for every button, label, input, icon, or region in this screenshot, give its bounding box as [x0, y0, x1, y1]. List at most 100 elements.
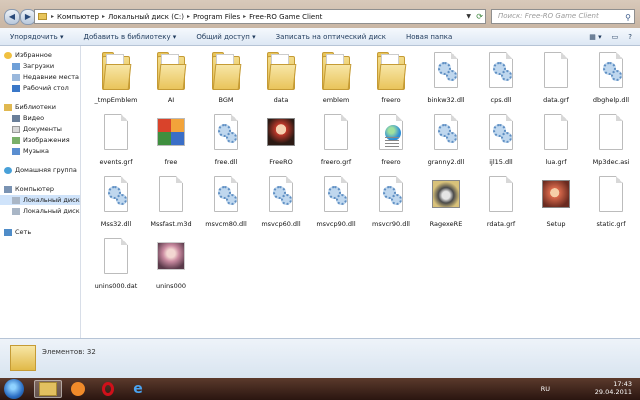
nav-disk-c[interactable]: Локальный диск (C:) — [0, 195, 80, 205]
dll-file-icon — [487, 50, 515, 92]
file-item[interactable]: rdata.grf — [475, 174, 527, 236]
file-item[interactable]: unins000.dat — [90, 236, 142, 298]
folder-icon — [322, 50, 352, 92]
breadcrumb-game-client[interactable]: Free-RO Game Client — [247, 13, 324, 21]
file-item[interactable]: RagexeRE — [420, 174, 472, 236]
file-item[interactable]: static.grf — [585, 174, 637, 236]
taskbar: e RU 17:43 29.04.2011 — [0, 378, 640, 400]
drive-icon — [12, 196, 20, 204]
taskbar-ie[interactable]: e — [124, 380, 152, 398]
file-icon — [102, 112, 130, 154]
breadcrumb-program-files[interactable]: Program Files — [191, 13, 242, 21]
address-bar[interactable]: ▸ Компьютер ▸ Локальный диск (C:) ▸ Prog… — [34, 9, 486, 24]
burn-button[interactable]: Записать на оптический диск — [266, 33, 396, 41]
help-icon[interactable]: ? — [628, 33, 632, 41]
nav-documents[interactable]: Документы — [12, 124, 62, 134]
downloads-icon — [12, 62, 20, 70]
file-list: _tmpEmblem AI BGM data emblem freero binkw32.d… — [82, 46, 640, 338]
taskbar-opera[interactable] — [94, 380, 122, 398]
file-item[interactable]: lua.grf — [530, 112, 582, 174]
file-item[interactable]: freero.grf — [310, 112, 362, 174]
breadcrumb-disk-c[interactable]: Локальный диск (C:) — [106, 13, 186, 21]
file-item[interactable]: granny2.dll — [420, 112, 472, 174]
file-item[interactable]: msvcm80.dll — [200, 174, 252, 236]
file-icon — [322, 112, 350, 154]
file-item[interactable]: binkw32.dll — [420, 50, 472, 112]
nav-label: Домашняя группа — [15, 166, 77, 174]
add-to-library-button[interactable]: Добавить в библиотеку ▾ — [74, 33, 187, 41]
nav-favorites[interactable]: Избранное — [4, 50, 52, 60]
file-item[interactable]: events.grf — [90, 112, 142, 174]
file-item[interactable]: BGM — [200, 50, 252, 112]
file-item[interactable]: msvcp60.dll — [255, 174, 307, 236]
file-item[interactable]: unins000 — [145, 236, 197, 298]
search-placeholder: Поиск: Free-RO Game Client — [498, 12, 599, 20]
file-item[interactable]: freero — [365, 112, 417, 174]
folder-icon — [10, 345, 36, 371]
new-folder-button[interactable]: Новая папка — [396, 33, 462, 41]
back-button[interactable]: ◀ — [4, 9, 20, 25]
application-icon — [157, 112, 185, 154]
nav-downloads[interactable]: Загрузки — [12, 61, 54, 71]
share-button[interactable]: Общий доступ ▾ — [186, 33, 265, 41]
dll-file-icon — [597, 50, 625, 92]
nav-recent[interactable]: Недавние места — [12, 72, 79, 82]
nav-libraries[interactable]: Библиотеки — [4, 102, 56, 112]
nav-music[interactable]: Музыка — [12, 146, 49, 156]
search-icon: ⚲ — [625, 13, 631, 22]
nav-video[interactable]: Видео — [12, 113, 44, 123]
dll-file-icon — [377, 174, 405, 216]
file-item[interactable]: cps.dll — [475, 50, 527, 112]
taskbar-media-player[interactable] — [64, 380, 92, 398]
details-pane: Элементов: 32 — [0, 338, 640, 379]
media-player-icon — [71, 382, 85, 396]
file-item[interactable]: ijl15.dll — [475, 112, 527, 174]
nav-label: Рабочий стол — [23, 84, 69, 92]
nav-homegroup[interactable]: Домашняя группа — [4, 165, 77, 175]
file-item[interactable]: free — [145, 112, 197, 174]
dll-file-icon — [432, 50, 460, 92]
nav-disk-d[interactable]: Локальный диск (D:) — [12, 206, 80, 216]
music-icon — [12, 147, 20, 155]
recent-places-icon — [12, 73, 20, 81]
file-item[interactable]: Setup — [530, 174, 582, 236]
file-item[interactable]: freero — [365, 50, 417, 112]
file-item[interactable]: data.grf — [530, 50, 582, 112]
libraries-icon — [4, 103, 12, 111]
file-item[interactable]: FreeRO — [255, 112, 307, 174]
file-item[interactable]: Mssfast.m3d — [145, 174, 197, 236]
refresh-icon[interactable]: ⟳ — [476, 12, 483, 21]
images-icon — [12, 136, 20, 144]
search-input[interactable]: Поиск: Free-RO Game Client ⚲ — [491, 9, 635, 24]
breadcrumb-computer[interactable]: Компьютер — [55, 13, 101, 21]
folder-icon — [267, 50, 297, 92]
file-item[interactable]: AI — [145, 50, 197, 112]
file-item[interactable]: Mp3dec.asi — [585, 112, 637, 174]
file-item[interactable]: _tmpEmblem — [90, 50, 142, 112]
preview-pane-icon[interactable]: ▭ — [612, 33, 619, 41]
explorer-window: ◀ ▶ ▸ Компьютер ▸ Локальный диск (C:) ▸ … — [0, 0, 640, 379]
taskbar-explorer[interactable] — [34, 380, 62, 398]
dll-file-icon — [322, 174, 350, 216]
nav-network[interactable]: Сеть — [4, 227, 31, 237]
file-item[interactable]: dbghelp.dll — [585, 50, 637, 112]
chevron-down-icon[interactable]: ▼ — [466, 13, 471, 20]
organize-button[interactable]: Упорядочить ▾ — [0, 33, 74, 41]
nav-label: Сеть — [15, 228, 32, 236]
language-indicator[interactable]: RU — [541, 385, 550, 393]
nav-label: Локальный диск (C:) — [23, 196, 80, 204]
file-item[interactable]: msvcr90.dll — [365, 174, 417, 236]
nav-images[interactable]: Изображения — [12, 135, 70, 145]
homegroup-icon — [4, 166, 12, 174]
start-button[interactable] — [4, 379, 24, 399]
file-item[interactable]: emblem — [310, 50, 362, 112]
file-item[interactable]: free.dll — [200, 112, 252, 174]
nav-desktop[interactable]: Рабочий стол — [12, 83, 69, 93]
navigation-pane: Избранное Загрузки Недавние места Рабочи… — [0, 46, 81, 338]
clock[interactable]: 17:43 29.04.2011 — [592, 380, 632, 396]
file-item[interactable]: data — [255, 50, 307, 112]
file-item[interactable]: Mss32.dll — [90, 174, 142, 236]
nav-computer[interactable]: Компьютер — [4, 184, 54, 194]
view-options-icon[interactable]: ▦ ▾ — [589, 33, 601, 41]
file-item[interactable]: msvcp90.dll — [310, 174, 362, 236]
